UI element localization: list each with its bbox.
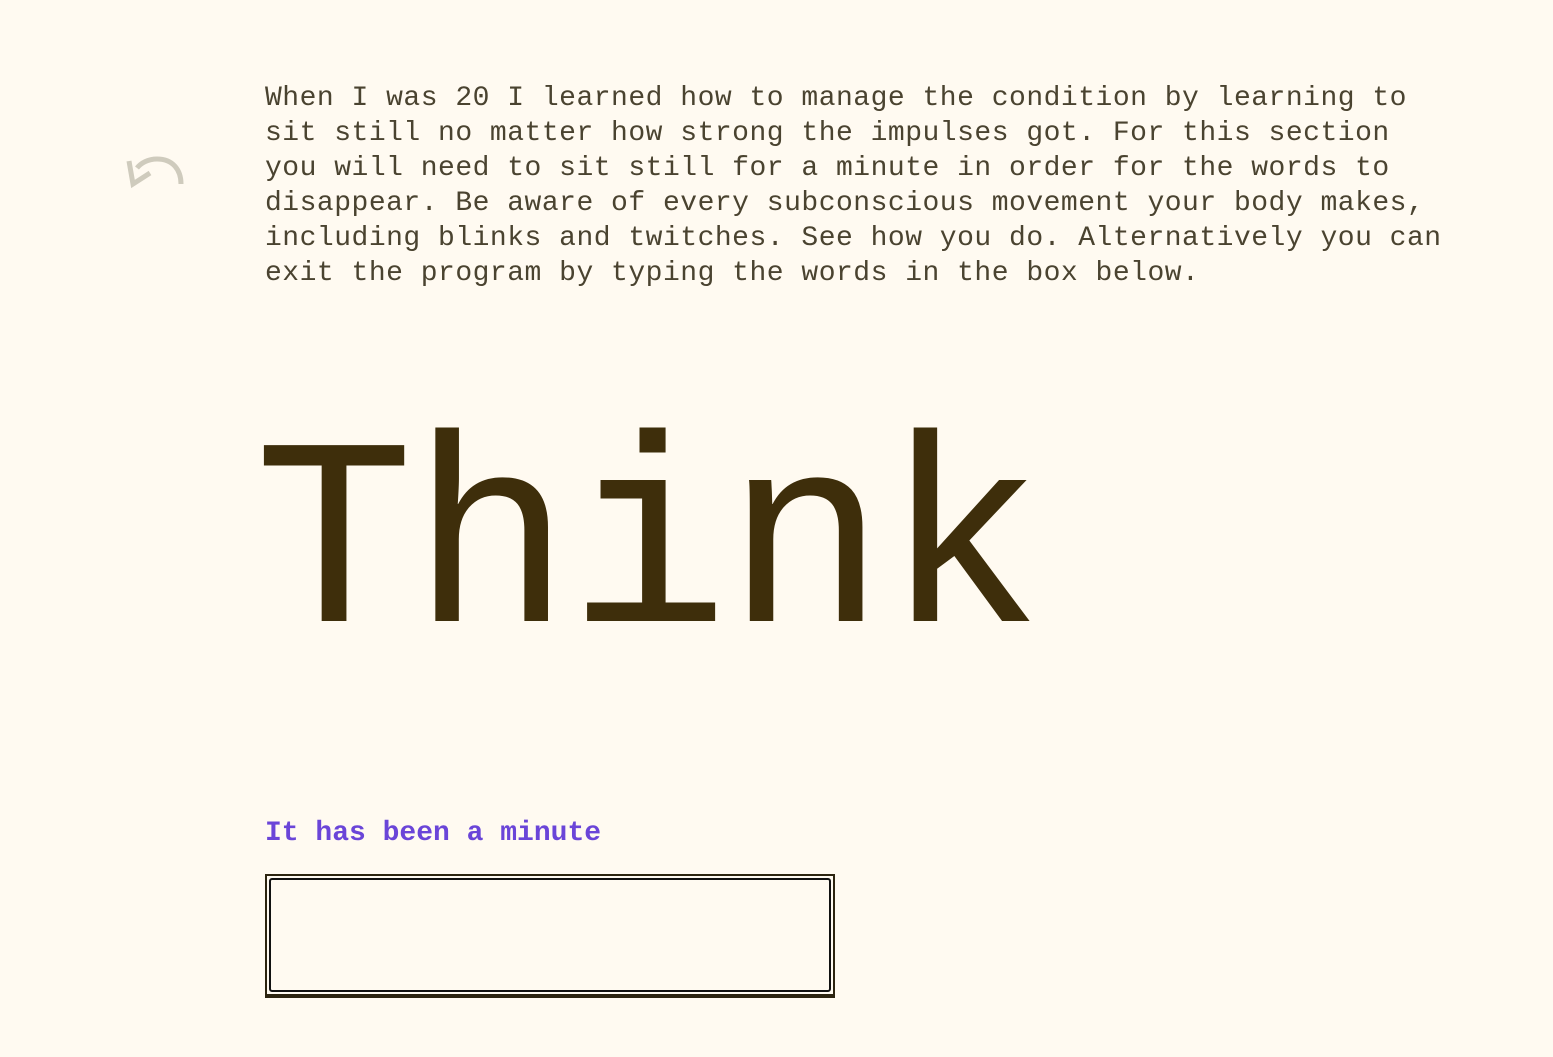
focus-word: Think: [254, 400, 1043, 702]
answer-input[interactable]: [269, 878, 831, 992]
back-button[interactable]: [124, 150, 190, 196]
intro-paragraph: When I was 20 I learned how to manage th…: [265, 83, 1442, 289]
status-message: It has been a minute: [265, 818, 602, 849]
undo-arrow-icon: [126, 156, 184, 189]
answer-box: [265, 874, 835, 998]
